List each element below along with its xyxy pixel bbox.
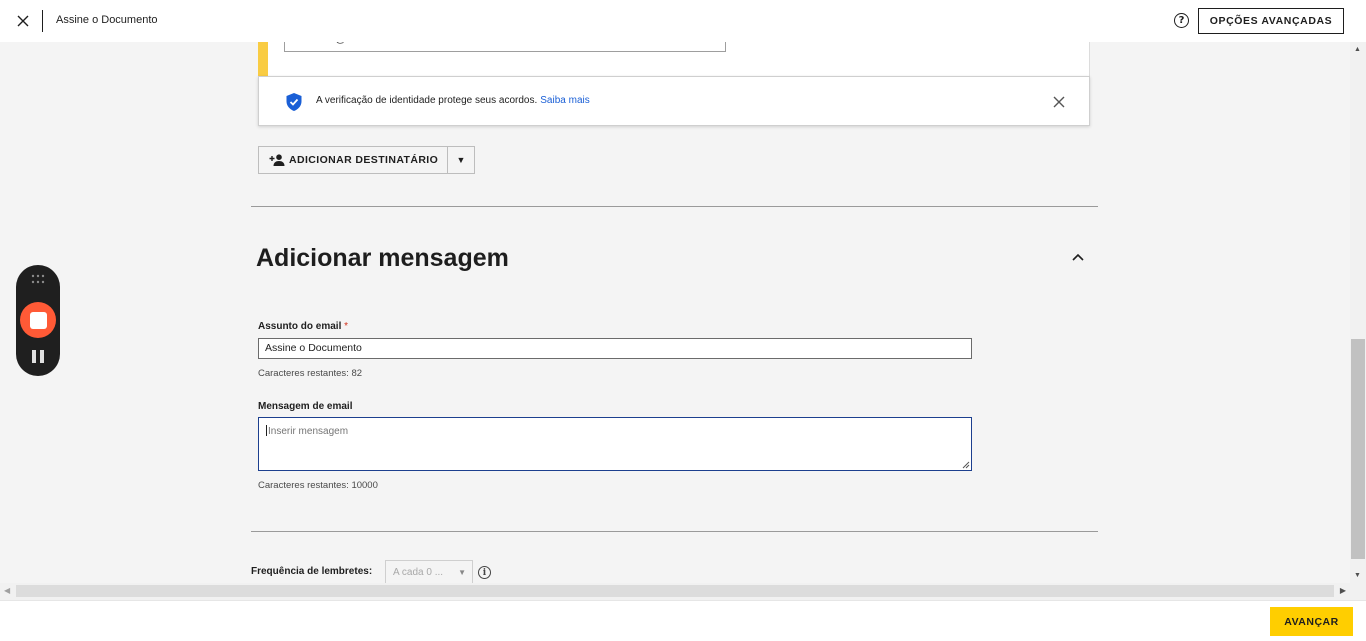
horizontal-scroll-thumb[interactable] [16,585,1334,597]
drag-handle-icon[interactable] [31,274,45,284]
add-recipient-group: ADICIONAR DESTINATÁRIO ▼ [258,146,475,174]
shield-icon [286,93,302,111]
learn-more-link[interactable]: Saiba mais [540,95,589,106]
add-recipient-button[interactable]: ADICIONAR DESTINATÁRIO [258,146,448,174]
message-textarea[interactable]: Inserir mensagem [258,417,972,471]
scroll-left-icon[interactable]: ◀ [4,586,10,595]
identity-verification-message: A verificação de identidade protege seus… [316,95,538,106]
identity-verification-banner: A verificação de identidade protege seus… [258,76,1090,126]
help-icon[interactable]: ? [1174,13,1189,28]
chevron-down-icon: ▼ [458,568,466,577]
vertical-scrollbar[interactable]: ▲ ▼ [1350,42,1366,583]
stop-icon [29,311,47,329]
subject-label-text: Assunto do email [258,321,342,332]
stop-recording-button[interactable] [20,302,56,338]
scroll-down-icon[interactable]: ▼ [1354,572,1361,579]
next-button[interactable]: AVANÇAR [1270,607,1353,636]
subject-input[interactable]: Assine o Documento [258,338,972,359]
top-bar: Assine o Documento ? OPÇÕES AVANÇADAS [0,0,1366,42]
add-person-icon [269,154,285,166]
header-divider [42,10,43,32]
info-icon[interactable]: i [478,566,491,579]
add-recipient-label: ADICIONAR DESTINATÁRIO [289,154,439,166]
close-banner-icon[interactable] [1051,94,1067,110]
section-divider [251,531,1098,532]
recipient-card: inovacao@wtavet.com.br [258,42,1090,76]
scroll-right-icon[interactable]: ▶ [1340,586,1346,595]
message-remaining-chars: Caracteres restantes: 10000 [258,480,378,491]
reminder-frequency-value: A cada 0 ... [393,567,444,578]
reminder-frequency-label: Frequência de lembretes: [251,566,373,577]
section-divider [251,206,1098,207]
screen-recorder-widget [16,265,60,376]
chevron-up-icon[interactable] [1070,250,1086,264]
message-placeholder: Inserir mensagem [268,426,349,437]
required-mark: * [344,321,349,332]
subject-label: Assunto do email * [258,321,348,332]
add-recipient-dropdown[interactable]: ▼ [448,146,475,174]
subject-remaining-chars: Caracteres restantes: 82 [258,368,363,379]
vertical-scroll-thumb[interactable] [1351,339,1365,559]
scroll-up-icon[interactable]: ▲ [1354,46,1361,53]
close-icon[interactable] [14,12,32,30]
recipient-email-field[interactable]: inovacao@wtavet.com.br [284,42,726,52]
identity-verification-text: A verificação de identidade protege seus… [316,95,590,106]
message-label: Mensagem de email [258,401,353,412]
footer-bar: AVANÇAR [0,600,1366,641]
advanced-options-button[interactable]: OPÇÕES AVANÇADAS [1198,8,1344,34]
reminder-frequency-select[interactable]: A cada 0 ... ▼ [385,560,473,583]
text-caret [266,425,267,436]
resize-handle-icon[interactable] [962,461,970,469]
document-title: Assine o Documento [56,14,158,26]
main-content: inovacao@wtavet.com.br A verificação de … [0,42,1350,583]
section-title: Adicionar mensagem [256,244,509,272]
pause-icon[interactable] [32,350,44,363]
horizontal-scrollbar[interactable]: ◀ ▶ [0,583,1366,600]
